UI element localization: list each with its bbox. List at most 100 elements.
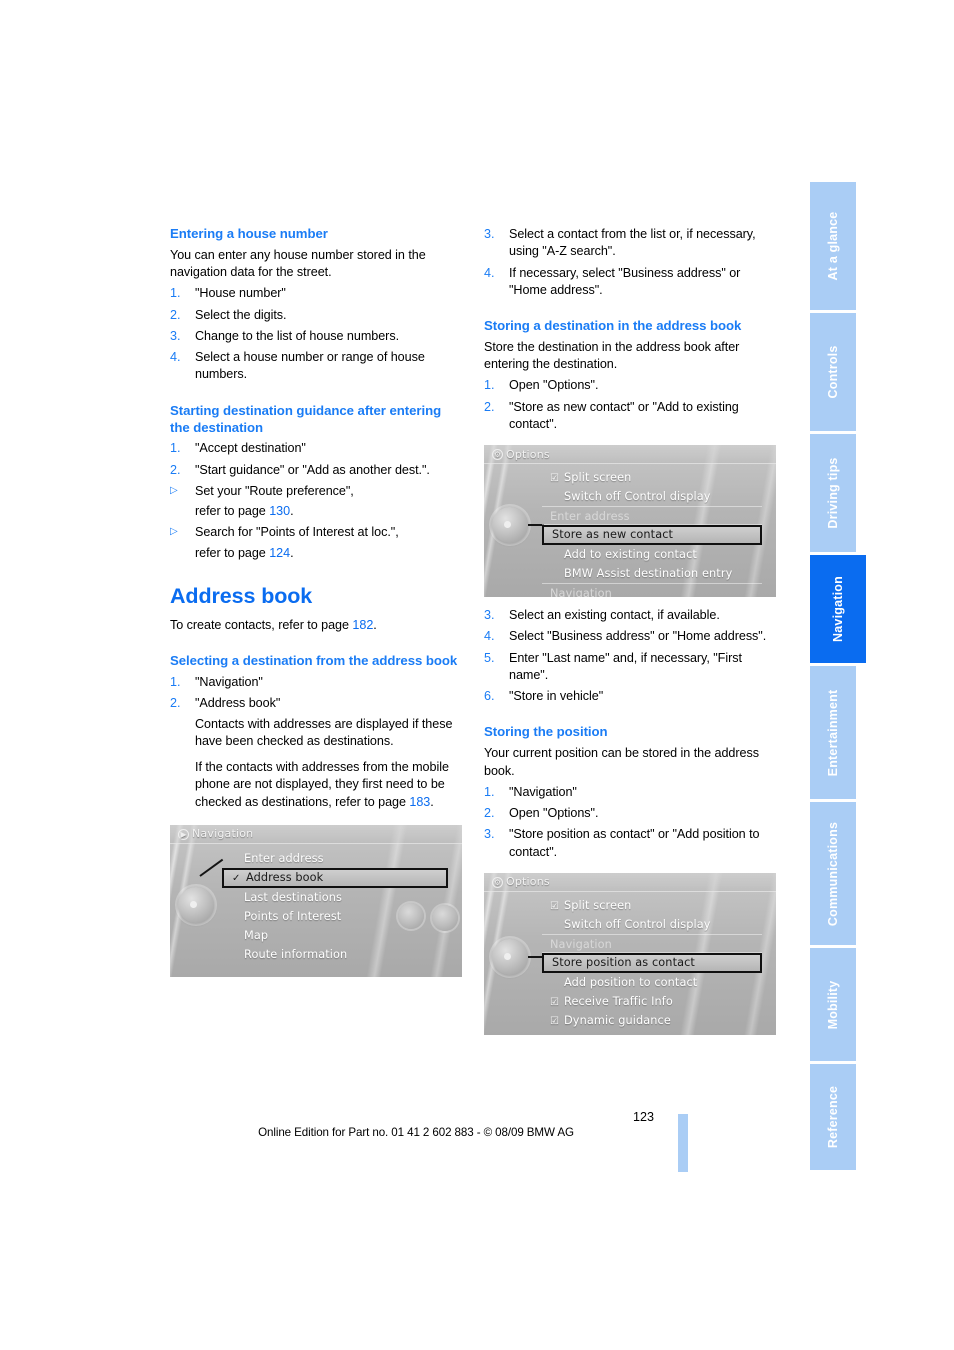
selecting-destination-steps-cont: 3. Select a contact from the list or, if… bbox=[484, 226, 776, 299]
step-text: "Store as new contact" or "Add to existi… bbox=[509, 399, 739, 431]
step-continuation: refer to page 124. bbox=[195, 545, 462, 562]
selecting-destination-note: If the contacts with addresses from the … bbox=[170, 759, 462, 811]
idrive-controller-knob[interactable] bbox=[492, 507, 528, 544]
list-item: 3. "Store position as contact" or "Add p… bbox=[484, 826, 776, 861]
step-marker: 3. bbox=[170, 328, 181, 343]
menu-item-store-as-new-contact[interactable]: Store as new contact bbox=[542, 525, 762, 546]
menu-section-navigation: Navigation bbox=[542, 583, 762, 597]
menu-item-dynamic-guidance[interactable]: ☑ Dynamic guidance bbox=[542, 1011, 762, 1030]
step-text: "Accept destination" bbox=[195, 441, 306, 456]
screenshot-options-menu-1: ⚙ Options ☑ Split screen Switch off Contr… bbox=[484, 445, 776, 598]
idrive-header-title: Options bbox=[506, 447, 550, 461]
menu-item-store-position-as-contact[interactable]: Store position as contact bbox=[542, 952, 762, 973]
selecting-destination-steps: 1. "Navigation" 2. "Address book" Contac… bbox=[170, 674, 462, 750]
tab-label: Communications bbox=[826, 821, 840, 926]
tab-label: Mobility bbox=[826, 980, 840, 1029]
menu-item-label: Points of Interest bbox=[244, 909, 342, 923]
step-text: Select an existing contact, if available… bbox=[509, 608, 720, 623]
intro-text: To create contacts, refer to page bbox=[170, 617, 353, 632]
refer-text: refer to page bbox=[195, 504, 270, 519]
sidebar-item-mobility[interactable]: Mobility bbox=[810, 948, 856, 1064]
menu-item-add-position-to-contact[interactable]: Add position to contact bbox=[542, 973, 762, 992]
list-item: 2. "Start guidance" or "Add as another d… bbox=[170, 462, 462, 479]
sidebar-item-at-a-glance[interactable]: At a glance bbox=[810, 182, 856, 313]
house-number-intro: You can enter any house number stored in… bbox=[170, 247, 426, 280]
step-text: "Navigation" bbox=[195, 675, 263, 689]
sidebar-item-controls[interactable]: Controls bbox=[810, 313, 856, 434]
menu-item-map[interactable]: Map bbox=[222, 926, 448, 945]
menu-item-points-of-interest[interactable]: Points of Interest bbox=[222, 907, 448, 926]
period: . bbox=[430, 794, 434, 809]
step-marker: 4. bbox=[484, 629, 495, 644]
page-title: Address book bbox=[170, 583, 313, 608]
list-item: 1. "Navigation" bbox=[170, 674, 462, 691]
menu-item-switch-off-control-display[interactable]: Switch off Control display bbox=[542, 487, 762, 506]
menu-item-label: Split screen bbox=[564, 471, 632, 485]
step-marker: 4. bbox=[484, 265, 495, 280]
sidebar-item-driving-tips[interactable]: Driving tips bbox=[810, 434, 856, 555]
list-item: 2. "Address book" Contacts with addresse… bbox=[170, 695, 462, 750]
idrive-controller-knob[interactable] bbox=[178, 886, 214, 923]
step-continuation: refer to page 130. bbox=[195, 503, 462, 520]
heading-storing-position: Storing the position bbox=[484, 724, 608, 740]
left-column: Entering a house number You can enter an… bbox=[170, 226, 462, 987]
checkbox-checked-icon: ☑ bbox=[550, 1015, 560, 1027]
step-text: "Store in vehicle" bbox=[509, 689, 604, 704]
list-item: 4. If necessary, select "Business addres… bbox=[484, 265, 776, 300]
step-marker: 2. bbox=[170, 307, 181, 322]
menu-item-switch-off-control-display[interactable]: Switch off Control display bbox=[542, 915, 762, 934]
page-reference-link[interactable]: 182 bbox=[352, 618, 373, 632]
starting-guidance-steps: 1. "Accept destination" 2. "Start guidan… bbox=[170, 440, 462, 562]
menu-section-label: Enter address bbox=[550, 510, 630, 524]
heading-starting-destination-guidance: Starting destination guidance after ente… bbox=[170, 402, 442, 435]
menu-item-receive-traffic-info[interactable]: ☑ Receive Traffic Info bbox=[542, 992, 762, 1011]
step-marker: 2. bbox=[170, 462, 181, 477]
menu-item-split-screen[interactable]: ☑ Split screen bbox=[542, 468, 762, 487]
house-number-steps: 1. "House number" 2. Select the digits. … bbox=[170, 285, 462, 383]
navigation-arrow-icon: ▶ bbox=[178, 828, 189, 840]
menu-item-label: Store as new contact bbox=[552, 528, 674, 542]
step-text: Enter "Last name" and, if necessary, "Fi… bbox=[509, 650, 742, 682]
tab-label: At a glance bbox=[826, 211, 840, 281]
idrive-menu-list: ☑ Split screen Switch off Control display… bbox=[542, 468, 762, 597]
sidebar-item-communications[interactable]: Communications bbox=[810, 802, 856, 948]
menu-item-label: Add position to contact bbox=[564, 975, 698, 989]
storing-destination-steps-top: 1. Open "Options". 2. "Store as new cont… bbox=[484, 377, 776, 433]
sidebar-item-navigation[interactable]: Navigation bbox=[810, 555, 866, 666]
step-marker: 3. bbox=[484, 227, 495, 241]
checkbox-checked-icon: ☑ bbox=[550, 473, 560, 485]
page-reference-link[interactable]: 183 bbox=[409, 795, 430, 809]
idrive-menu-list: Enter address ✓ Address book Last destina… bbox=[222, 849, 448, 964]
sidebar-item-reference[interactable]: Reference bbox=[810, 1064, 856, 1170]
menu-section-enter-address: Enter address bbox=[542, 506, 762, 526]
menu-item-split-screen[interactable]: ☑ Split screen bbox=[542, 896, 762, 915]
step-marker: 3. bbox=[484, 827, 495, 842]
checkbox-checked-icon: ☑ bbox=[550, 900, 560, 912]
footer-accent-bar bbox=[678, 1114, 688, 1172]
list-item: 3. Select an existing contact, if availa… bbox=[484, 607, 776, 624]
step-text: "House number" bbox=[195, 286, 286, 301]
menu-section-navigation: Navigation bbox=[542, 933, 762, 953]
menu-item-route-information[interactable]: Route information bbox=[222, 945, 448, 964]
menu-item-last-destinations[interactable]: Last destinations bbox=[222, 888, 448, 907]
menu-item-bmw-assist-destination-entry[interactable]: BMW Assist destination entry bbox=[542, 564, 762, 583]
menu-section-label: Navigation bbox=[550, 587, 612, 598]
page-number: 123 bbox=[632, 1110, 654, 1124]
idrive-menu-list: ☑ Split screen Switch off Control display… bbox=[542, 896, 762, 1030]
list-item: 5. Enter "Last name" and, if necessary, … bbox=[484, 650, 776, 685]
page-reference-link[interactable]: 130 bbox=[269, 504, 290, 518]
menu-item-add-to-existing-contact[interactable]: Add to existing contact bbox=[542, 545, 762, 564]
menu-item-label: Dynamic guidance bbox=[564, 1013, 671, 1027]
step-marker: 1. bbox=[170, 675, 181, 689]
screenshot-navigation-menu: ▶ Navigation Enter address ✓ Address book… bbox=[170, 824, 462, 977]
menu-item-address-book[interactable]: ✓ Address book bbox=[222, 867, 448, 888]
step-text: If necessary, select "Business address" … bbox=[509, 265, 741, 297]
menu-item-enter-address[interactable]: Enter address bbox=[222, 849, 448, 868]
idrive-controller-knob[interactable] bbox=[492, 938, 528, 975]
list-item: ▷ Set your "Route preference", refer to … bbox=[170, 483, 462, 521]
sidebar-item-entertainment[interactable]: Entertainment bbox=[810, 666, 856, 802]
period: . bbox=[290, 504, 294, 519]
page-reference-link[interactable]: 124 bbox=[269, 546, 290, 560]
step-text: Open "Options". bbox=[509, 378, 599, 393]
step-marker: 1. bbox=[170, 286, 181, 301]
